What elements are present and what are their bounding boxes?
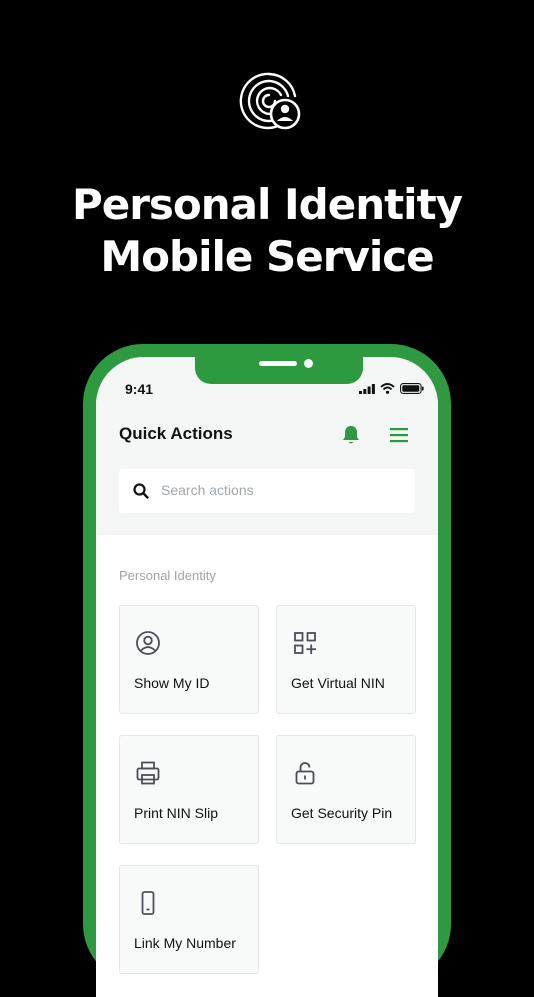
phone-notch [195, 357, 363, 384]
status-icons [359, 383, 424, 394]
notch-speaker [259, 361, 297, 366]
get-security-pin-card[interactable]: Get Security Pin [276, 735, 416, 844]
show-my-id-card[interactable]: Show My ID [119, 605, 259, 714]
wifi-icon [380, 383, 395, 394]
status-time: 9:41 [125, 381, 154, 397]
fingerprint-user-logo-icon [239, 72, 301, 130]
notch-camera [304, 359, 313, 368]
printer-icon [136, 761, 160, 785]
hamburger-menu-icon[interactable] [387, 424, 411, 446]
battery-icon [400, 383, 424, 394]
hero-title-line-1: Personal Identity [71, 180, 463, 229]
search-icon [133, 483, 149, 499]
section-label: Personal Identity [119, 568, 216, 583]
phone-icon [141, 891, 155, 915]
card-label: Print NIN Slip [134, 805, 219, 821]
page-title: Quick Actions [119, 424, 233, 443]
unlock-icon [295, 762, 315, 785]
user-circle-icon [136, 631, 160, 655]
phone-screen: 9:41 Quick Actions Search actions Person… [96, 357, 438, 997]
phone-frame: 9:41 Quick Actions Search actions Person… [83, 344, 451, 997]
get-virtual-nin-card[interactable]: Get Virtual NIN [276, 605, 416, 714]
print-nin-slip-card[interactable]: Print NIN Slip [119, 735, 259, 844]
card-label: Get Security Pin [291, 805, 393, 821]
card-label: Link My Number [134, 935, 236, 951]
cellular-signal-icon [359, 383, 375, 394]
card-label: Show My ID [134, 675, 210, 691]
search-input[interactable]: Search actions [119, 469, 415, 513]
hero-title-line-2: Mobile Service [100, 232, 434, 281]
card-label: Get Virtual NIN [291, 675, 385, 691]
notification-bell-icon[interactable] [340, 424, 362, 446]
qr-grid-icon [294, 632, 316, 654]
link-my-number-card[interactable]: Link My Number [119, 865, 259, 974]
search-placeholder: Search actions [161, 482, 254, 498]
